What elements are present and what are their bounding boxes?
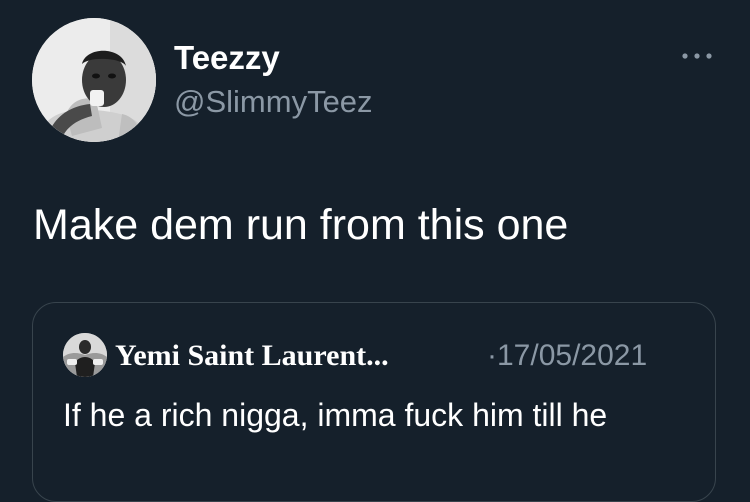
quoted-author-avatar[interactable]: [63, 333, 107, 377]
quoted-tweet-text: If he a rich nigga, imma fuck him till h…: [63, 397, 608, 433]
more-options-button[interactable]: [676, 46, 718, 66]
author-handle[interactable]: @SlimmyTeez: [174, 82, 373, 122]
quoted-tweet-card[interactable]: Yemi Saint Laurent... ·17/05/2021 If he …: [32, 302, 716, 502]
author-display-name[interactable]: Teezzy: [174, 38, 280, 78]
quoted-tweet-date[interactable]: ·17/05/2021: [487, 336, 647, 376]
more-horizontal-icon: [682, 53, 712, 59]
tweet-text: Make dem run from this one: [33, 201, 569, 249]
quoted-author-name[interactable]: Yemi Saint Laurent...: [115, 336, 389, 376]
author-avatar[interactable]: [32, 18, 156, 142]
quoted-profile-photo-icon: [63, 333, 107, 377]
profile-photo-icon: [32, 18, 156, 142]
